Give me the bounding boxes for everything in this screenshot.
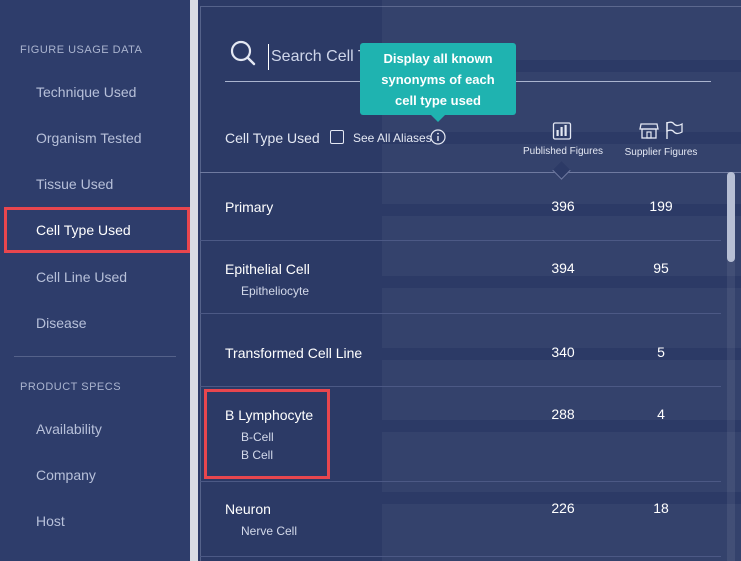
supplier-count: 5 (657, 344, 665, 360)
row-name[interactable]: Transformed Cell Line (225, 345, 362, 361)
sidebar-item-disease[interactable]: Disease (36, 315, 87, 331)
search-icon (230, 40, 256, 66)
published-figures-label: Published Figures (522, 146, 604, 157)
sidebar-item-technique[interactable]: Technique Used (36, 84, 136, 100)
published-count: 396 (551, 198, 575, 214)
supplier-count: 18 (653, 500, 669, 516)
sidebar-item-availability[interactable]: Availability (36, 421, 102, 437)
row-name[interactable]: Neuron (225, 501, 271, 517)
published-count: 226 (551, 500, 575, 516)
store-icon (639, 123, 659, 139)
row-divider (200, 556, 721, 557)
row-alias: Nerve Cell (241, 524, 298, 538)
section-figure-usage: FIGURE USAGE DATA (20, 44, 143, 56)
tooltip-arrow (430, 114, 446, 122)
see-all-aliases-checkbox[interactable] (330, 130, 344, 144)
row-divider (200, 386, 721, 387)
row-name[interactable]: Primary (225, 199, 273, 215)
flag-icon (666, 121, 683, 139)
sidebar-scrollbar[interactable] (190, 0, 198, 561)
row-alias: Epitheliocyte (241, 284, 310, 298)
supplier-count: 199 (649, 198, 673, 214)
sidebar-item-host[interactable]: Host (36, 513, 65, 529)
row-alias: B Cell (241, 448, 274, 462)
column-title: Cell Type Used (225, 130, 320, 146)
aliases-tooltip: Display all known synonyms of each cell … (360, 43, 516, 115)
search-input[interactable] (268, 44, 363, 70)
row-divider (200, 481, 721, 482)
row-divider (200, 240, 721, 241)
info-icon[interactable] (430, 129, 446, 145)
row-name[interactable]: Epithelial Cell (225, 261, 310, 277)
tooltip-line: synonyms of each (381, 72, 495, 87)
list-scrollbar-thumb[interactable] (727, 172, 735, 262)
row-divider (200, 313, 721, 314)
sidebar: FIGURE USAGE DATA Technique Used Organis… (0, 0, 190, 561)
published-count: 288 (551, 406, 575, 422)
published-figures-icon (552, 122, 572, 140)
published-count: 394 (551, 260, 575, 276)
tooltip-line: Display all known (383, 51, 493, 66)
tooltip-line: cell type used (395, 93, 481, 108)
supplier-figures-label: Supplier Figures (624, 147, 698, 158)
supplier-count: 4 (657, 406, 665, 422)
header-divider (200, 172, 741, 173)
section-product-specs: PRODUCT SPECS (20, 381, 122, 393)
sidebar-item-cell-line[interactable]: Cell Line Used (36, 269, 127, 285)
sidebar-divider (14, 356, 176, 357)
row-alias: B-Cell (241, 430, 274, 444)
row-name[interactable]: B Lymphocyte (225, 407, 313, 423)
see-all-aliases-label[interactable]: See All Aliases (353, 131, 432, 145)
sidebar-item-organism[interactable]: Organism Tested (36, 130, 142, 146)
sidebar-item-cell-type[interactable]: Cell Type Used (36, 222, 131, 238)
sidebar-item-company[interactable]: Company (36, 467, 96, 483)
supplier-count: 95 (653, 260, 669, 276)
published-count: 340 (551, 344, 575, 360)
sidebar-item-tissue[interactable]: Tissue Used (36, 176, 113, 192)
